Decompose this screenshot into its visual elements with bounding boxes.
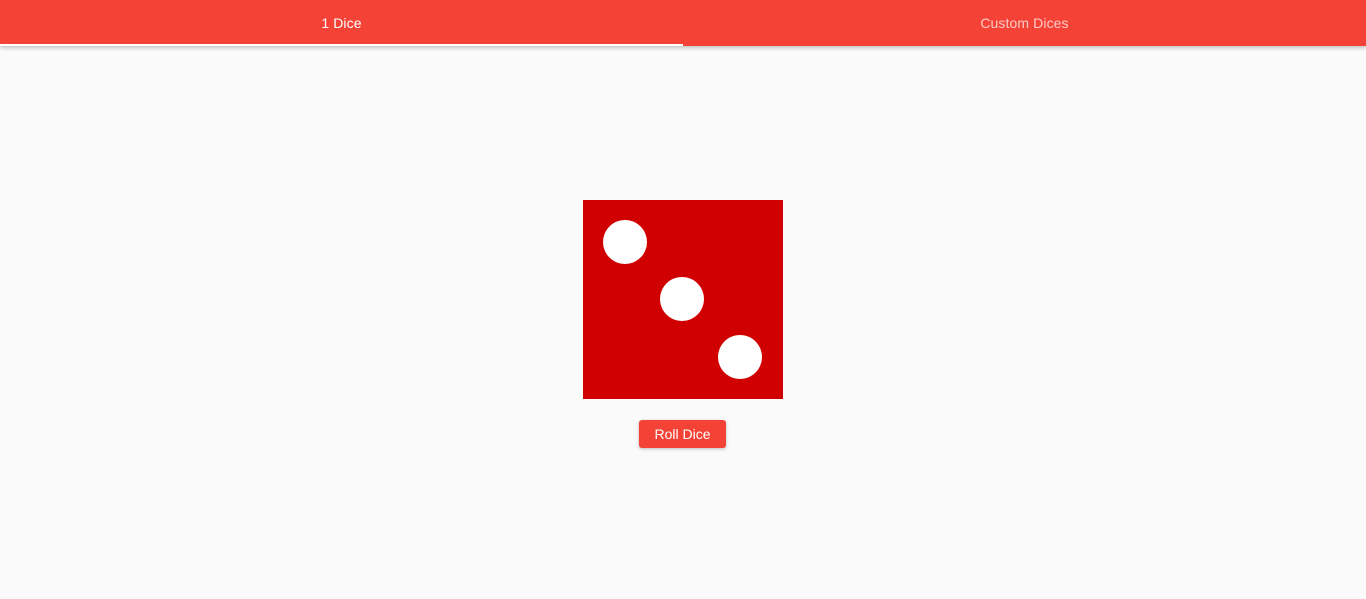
tab-1-dice-label: 1 Dice	[321, 15, 362, 31]
tab-custom-dices-label: Custom Dices	[980, 15, 1069, 31]
tab-custom-dices[interactable]: Custom Dices	[683, 0, 1366, 46]
dice-three-icon	[583, 200, 783, 399]
tab-1-dice[interactable]: 1 Dice	[0, 0, 683, 46]
dice-pip-bottom-right	[718, 335, 762, 379]
tab-bar: 1 Dice Custom Dices	[0, 0, 1366, 46]
dice-pip-center	[660, 277, 704, 321]
main-content: Roll Dice	[0, 46, 1366, 599]
active-tab-indicator	[0, 44, 683, 46]
dice-pip-top-left	[603, 220, 647, 264]
roll-dice-button[interactable]: Roll Dice	[639, 420, 726, 448]
